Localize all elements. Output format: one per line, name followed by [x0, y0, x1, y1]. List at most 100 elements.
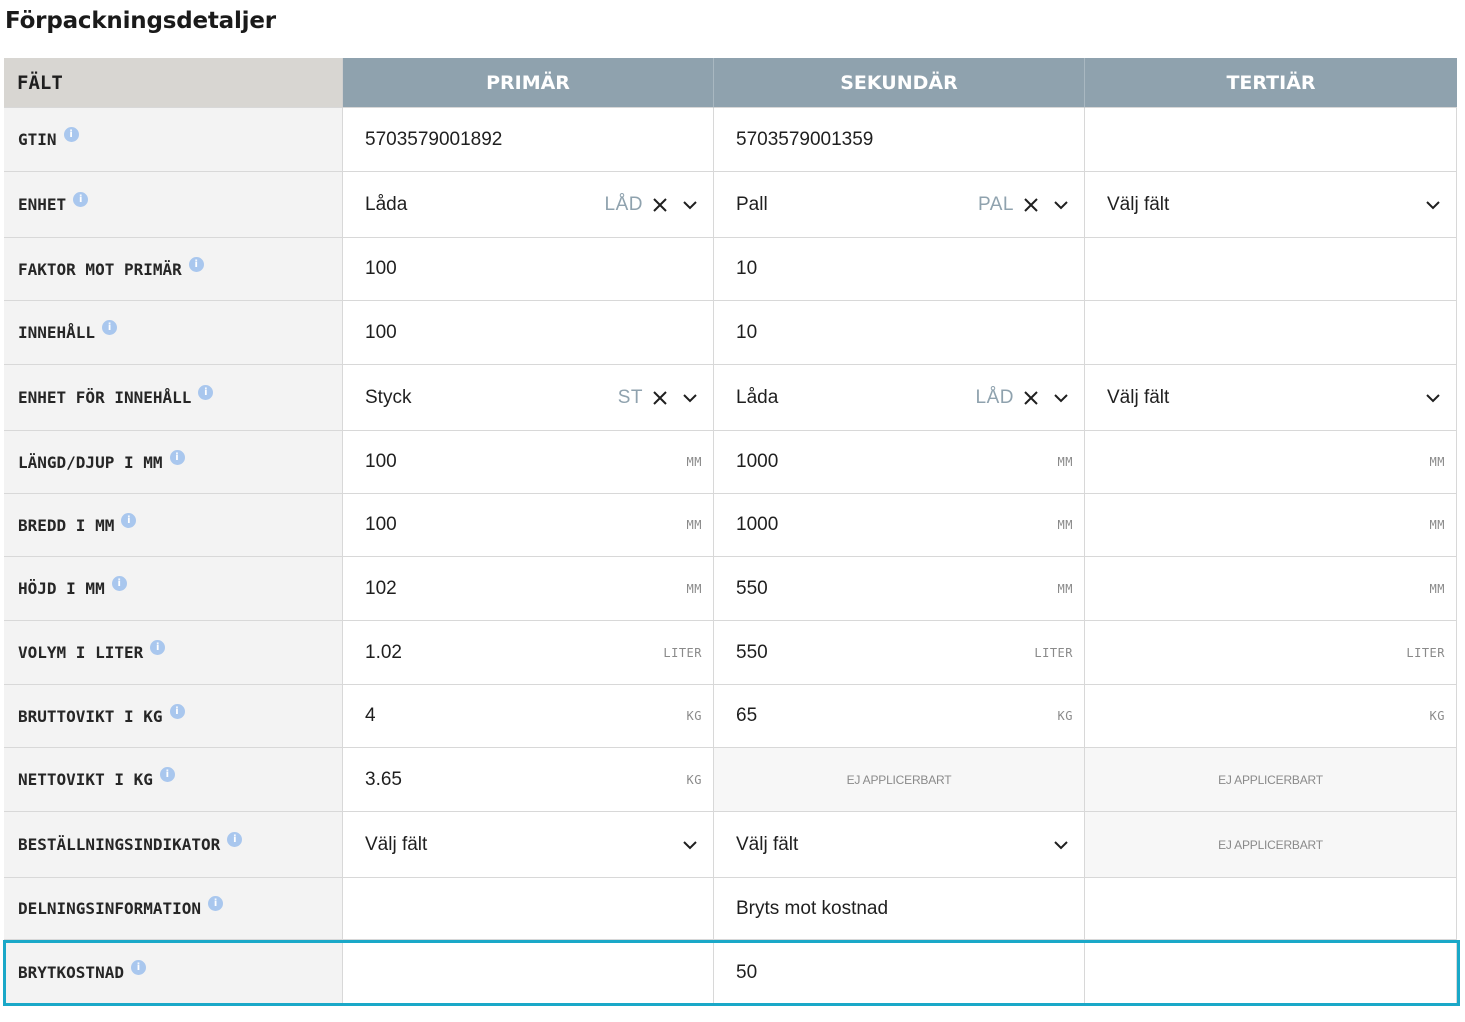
enhet-tertiary-select[interactable]: Välj fält	[1085, 172, 1457, 238]
cell-value: 550	[736, 641, 768, 663]
row-label-text: BRUTTOVIKT I KG	[18, 706, 163, 726]
unit-label: MM	[1057, 581, 1073, 596]
bredd-secondary-input[interactable]: 1000 MM	[714, 494, 1085, 557]
info-icon[interactable]: i	[111, 576, 127, 591]
row-label-brytkostnad: BRYTKOSTNAD i	[4, 940, 343, 1006]
enhet-innehall-secondary-select[interactable]: Låda LÅD	[714, 365, 1085, 431]
delningsinformation-tertiary-input[interactable]	[1085, 878, 1457, 940]
hojd-primary-input[interactable]: 102 MM	[343, 557, 714, 621]
unit-label: LITER	[1406, 645, 1445, 660]
bestallningsindikator-secondary-select[interactable]: Välj fält	[714, 812, 1085, 878]
hojd-tertiary-input[interactable]: MM	[1085, 557, 1457, 621]
info-icon[interactable]: i	[150, 640, 166, 655]
volym-secondary-input[interactable]: 550 LITER	[714, 621, 1085, 685]
faktor-tertiary-input[interactable]	[1085, 238, 1457, 301]
langd-primary-input[interactable]: 100 MM	[343, 431, 714, 494]
row-label-bredd: BREDD I MM i	[4, 494, 343, 557]
chevron-down-icon[interactable]	[1052, 836, 1070, 854]
enhet-secondary-select[interactable]: Pall PAL	[714, 172, 1085, 238]
bredd-tertiary-input[interactable]: MM	[1085, 494, 1457, 557]
info-icon[interactable]: i	[73, 192, 89, 207]
cell-value: 3.65	[365, 768, 402, 790]
enhet-innehall-primary-select[interactable]: Styck ST	[343, 365, 714, 431]
faktor-primary-input[interactable]: 100	[343, 238, 714, 301]
brytkostnad-tertiary-input[interactable]	[1085, 940, 1457, 1006]
info-icon[interactable]: i	[63, 127, 79, 142]
row-label-enhet-for-innehall: ENHET FÖR INNEHÅLL i	[4, 365, 343, 431]
cell-value: 100	[365, 451, 397, 472]
gtin-primary-input[interactable]: 5703579001892	[343, 108, 714, 172]
volym-tertiary-input[interactable]: LITER	[1085, 621, 1457, 685]
chevron-down-icon[interactable]	[681, 836, 699, 854]
header-field: FÄLT	[4, 58, 343, 108]
row-label-text: NETTOVIKT I KG	[18, 770, 153, 789]
innehall-tertiary-input[interactable]	[1085, 301, 1457, 365]
gtin-secondary-input[interactable]: 5703579001359	[714, 108, 1085, 172]
row-label-delningsinformation: DELNINGSINFORMATION i	[4, 878, 343, 940]
info-icon[interactable]: i	[227, 832, 243, 847]
close-icon[interactable]	[651, 196, 669, 214]
cell-value: 4	[365, 705, 376, 726]
close-icon[interactable]	[1022, 196, 1040, 214]
info-icon[interactable]: i	[130, 960, 146, 975]
bruttovikt-primary-input[interactable]: 4 KG	[343, 685, 714, 748]
row-label-text: ENHET	[18, 195, 67, 214]
enhet-primary-select[interactable]: Låda LÅD	[343, 172, 714, 238]
row-label-gtin: GTIN i	[4, 108, 343, 172]
langd-tertiary-input[interactable]: MM	[1085, 431, 1457, 494]
unit-label: MM	[1429, 518, 1445, 532]
info-icon[interactable]: i	[121, 512, 137, 528]
info-icon[interactable]: i	[102, 320, 118, 335]
gtin-tertiary-input[interactable]	[1085, 108, 1457, 172]
volym-primary-input[interactable]: 1.02 LITER	[343, 621, 714, 685]
unit-label: MM	[1429, 455, 1445, 469]
chevron-down-icon[interactable]	[1424, 389, 1442, 407]
brytkostnad-primary-input[interactable]	[343, 940, 714, 1006]
chevron-down-icon[interactable]	[681, 196, 699, 214]
info-icon[interactable]: i	[159, 767, 175, 782]
row-label-text: GTIN	[18, 130, 57, 149]
delningsinformation-primary-input[interactable]	[343, 878, 714, 940]
langd-secondary-input[interactable]: 1000 MM	[714, 431, 1085, 494]
row-label-bruttovikt: BRUTTOVIKT I KG i	[4, 685, 343, 748]
info-icon[interactable]: i	[188, 256, 204, 272]
bruttovikt-tertiary-input[interactable]: KG	[1085, 685, 1457, 748]
enhet-innehall-tertiary-select[interactable]: Välj fält	[1085, 365, 1457, 431]
bredd-primary-input[interactable]: 100 MM	[343, 494, 714, 557]
info-icon[interactable]: i	[169, 703, 185, 719]
select-value: Pall	[736, 193, 768, 215]
chevron-down-icon[interactable]	[1052, 196, 1070, 214]
select-value: Styck	[365, 386, 412, 408]
select-abbreviation: ST	[617, 386, 643, 408]
info-icon[interactable]: i	[198, 385, 214, 400]
bestallningsindikator-primary-select[interactable]: Välj fält	[343, 812, 714, 878]
unit-label: MM	[1057, 518, 1073, 532]
nettovikt-primary-input[interactable]: 3.65 KG	[343, 748, 714, 812]
faktor-secondary-input[interactable]: 10	[714, 238, 1085, 301]
row-label-bestallningsindikator: BESTÄLLNINGSINDIKATOR i	[4, 812, 343, 878]
innehall-primary-input[interactable]: 100	[343, 301, 714, 365]
hojd-secondary-input[interactable]: 550 MM	[714, 557, 1085, 621]
chevron-down-icon[interactable]	[1424, 196, 1442, 214]
row-label-hojd: HÖJD I MM i	[4, 557, 343, 621]
select-placeholder: Välj fält	[365, 833, 428, 855]
unit-label: MM	[686, 518, 702, 532]
cell-value: 1000	[736, 514, 779, 535]
brytkostnad-secondary-input[interactable]: 50	[714, 940, 1085, 1006]
chevron-down-icon[interactable]	[1052, 389, 1070, 407]
chevron-down-icon[interactable]	[681, 389, 699, 407]
unit-label: KG	[1057, 709, 1073, 723]
info-icon[interactable]: i	[169, 449, 185, 465]
cell-value: 550	[736, 577, 768, 599]
info-icon[interactable]: i	[208, 896, 224, 911]
row-label-text: FAKTOR MOT PRIMÄR	[18, 259, 182, 279]
header-primary: PRIMÄR	[343, 58, 714, 108]
row-label-text: DELNINGSINFORMATION	[18, 899, 202, 918]
close-icon[interactable]	[651, 389, 669, 407]
close-icon[interactable]	[1022, 389, 1040, 407]
select-value: Låda	[736, 386, 779, 408]
innehall-secondary-input[interactable]: 10	[714, 301, 1085, 365]
delningsinformation-secondary-input[interactable]: Bryts mot kostnad	[714, 878, 1085, 940]
cell-value: 65	[736, 705, 758, 726]
bruttovikt-secondary-input[interactable]: 65 KG	[714, 685, 1085, 748]
